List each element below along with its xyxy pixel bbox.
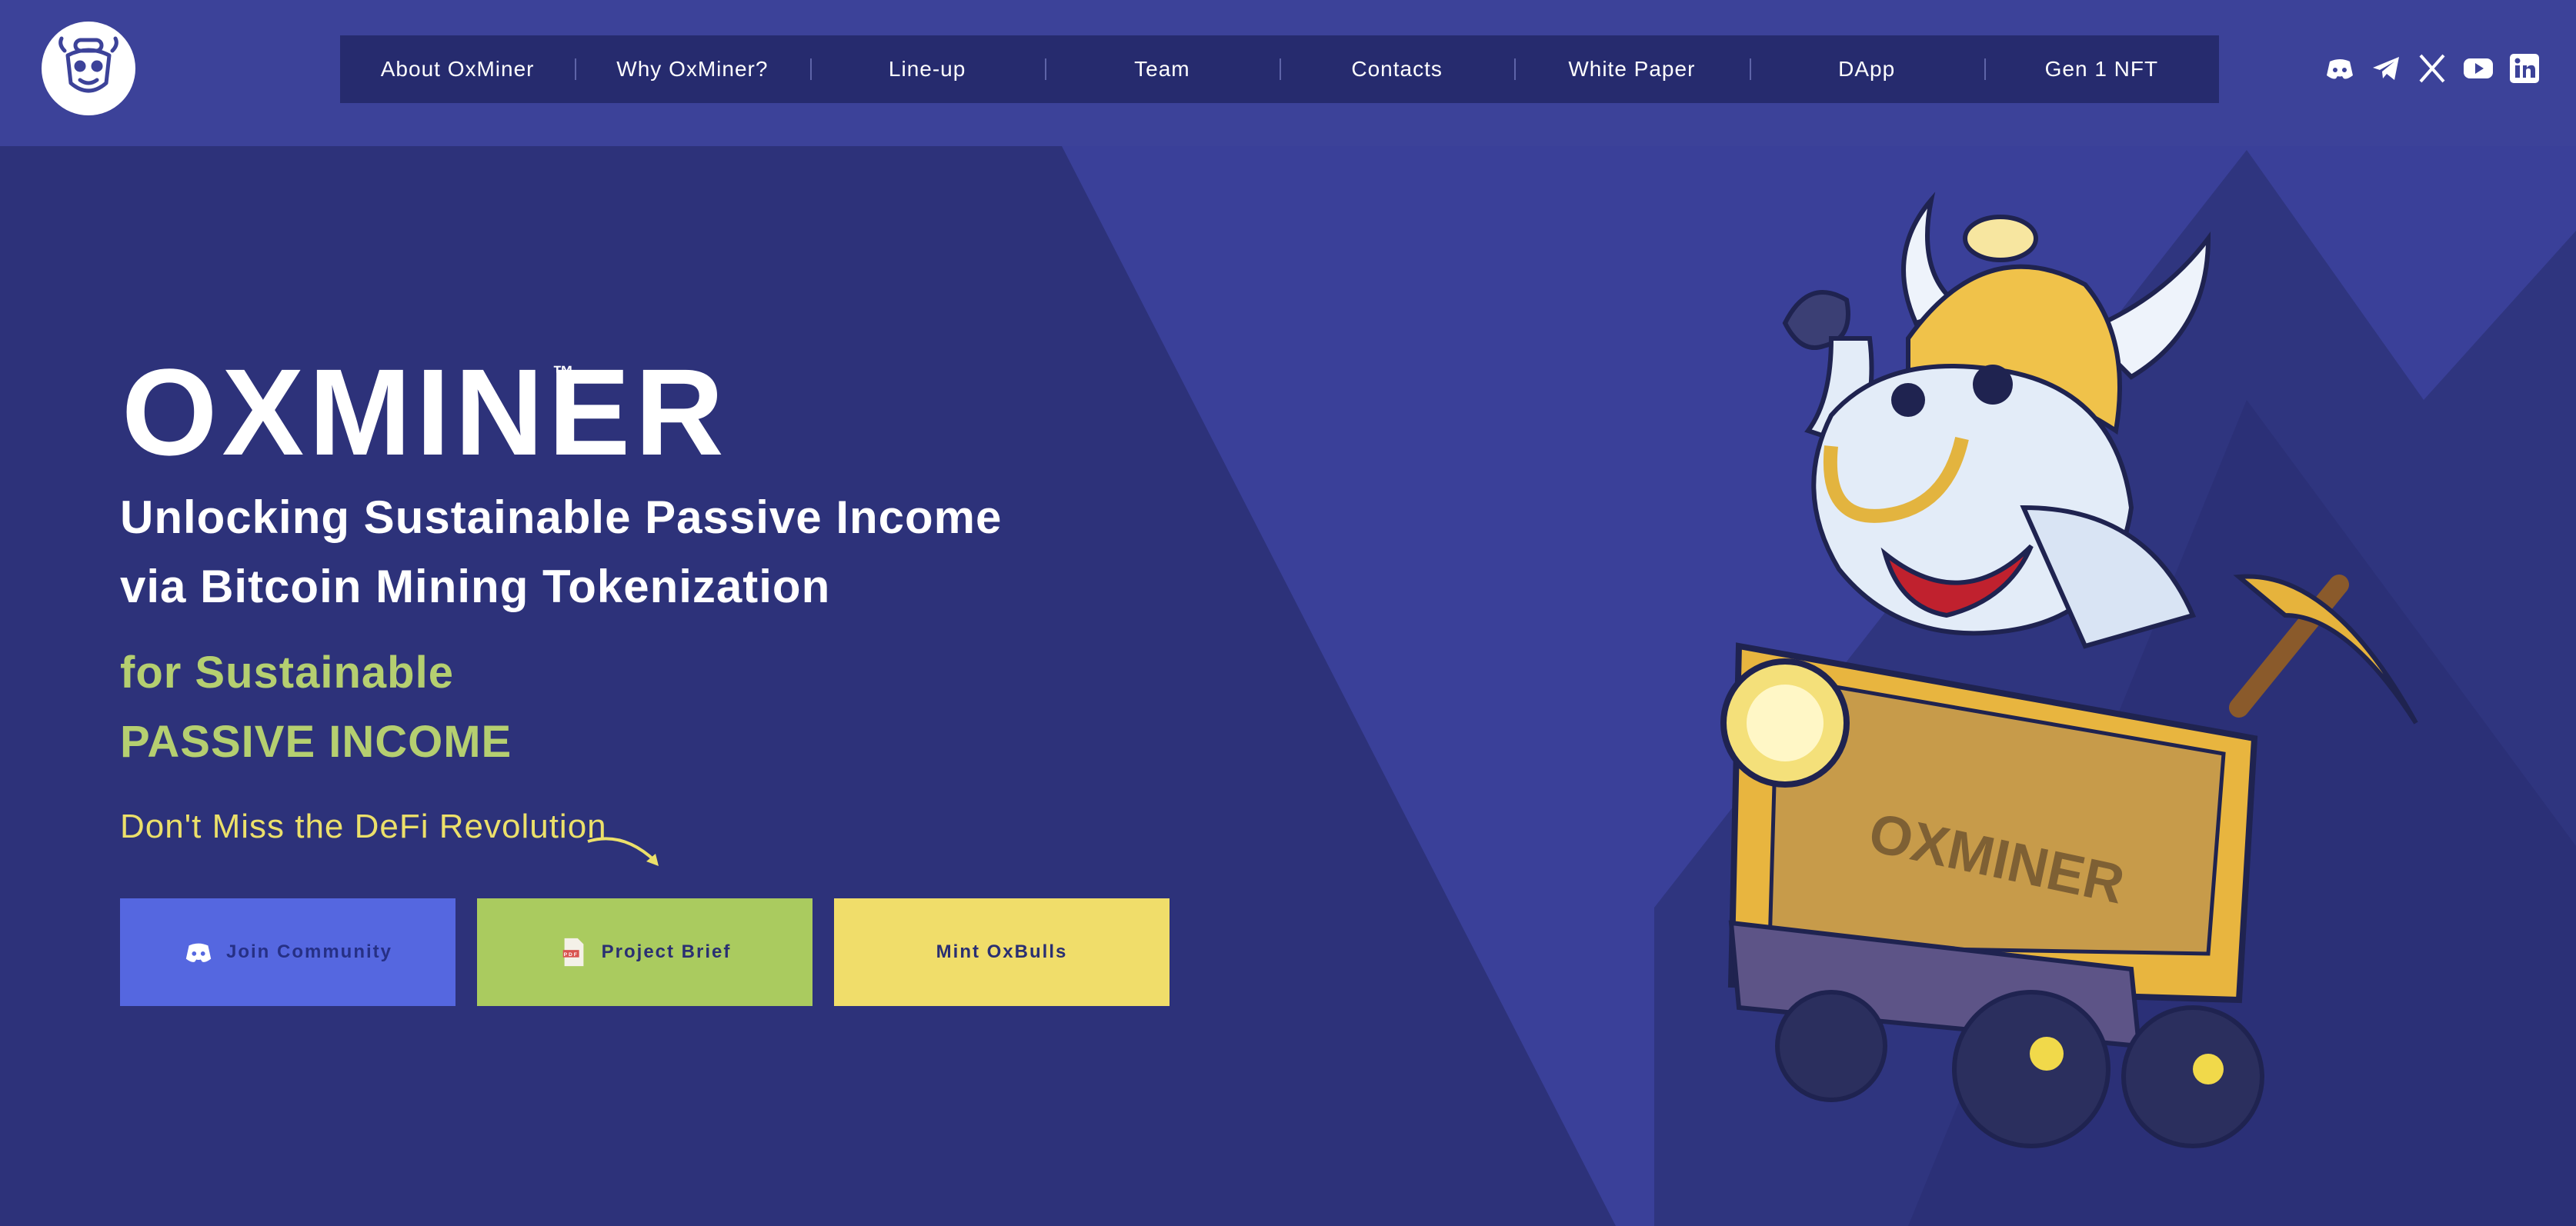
discord-icon <box>185 943 212 962</box>
pdf-file-icon: PDF <box>562 938 584 967</box>
youtube-icon[interactable] <box>2462 52 2494 85</box>
nav-white-paper[interactable]: White Paper <box>1514 35 1749 103</box>
join-community-button[interactable]: Join Community <box>120 898 455 1006</box>
svg-text:PDF: PDF <box>563 952 578 958</box>
project-brief-label: Project Brief <box>601 941 732 962</box>
mint-oxbulls-label: Mint OxBulls <box>936 941 1068 962</box>
ox-bull-logo-icon[interactable] <box>42 22 135 115</box>
nav-lineup[interactable]: Line-up <box>809 35 1045 103</box>
nav-team[interactable]: Team <box>1044 35 1280 103</box>
nav-contacts[interactable]: Contacts <box>1280 35 1514 103</box>
trademark-symbol: ™ <box>552 361 574 385</box>
subheadline-line-2: PASSIVE INCOME <box>120 717 512 767</box>
oxminer-wordmark: OXMINER <box>122 343 729 481</box>
nav-gen1-nft[interactable]: Gen 1 NFT <box>1984 35 2219 103</box>
curved-arrow-icon <box>587 837 659 866</box>
telegram-icon[interactable] <box>2370 52 2402 85</box>
project-brief-button[interactable]: PDF Project Brief <box>477 898 813 1006</box>
headline-line-1: Unlocking Sustainable Passive Income <box>120 491 1003 543</box>
nav-why[interactable]: Why OxMiner? <box>575 35 809 103</box>
join-community-label: Join Community <box>225 941 392 962</box>
subheadline-line-1: for Sustainable <box>120 648 454 698</box>
ox-miner-mascot-illustration: OXMINER <box>1720 192 2418 1148</box>
discord-icon[interactable] <box>2324 52 2356 85</box>
social-links <box>2324 52 2541 85</box>
site-header: About OxMiner Why OxMiner? Line-up Team … <box>0 0 2576 146</box>
nav-dapp[interactable]: DApp <box>1749 35 1984 103</box>
x-icon[interactable] <box>2416 52 2448 85</box>
headline-line-2: via Bitcoin Mining Tokenization <box>120 561 831 612</box>
nav-about[interactable]: About OxMiner <box>340 35 575 103</box>
main-nav: About OxMiner Why OxMiner? Line-up Team … <box>340 35 2219 103</box>
hero-subheadline: for Sustainable PASSIVE INCOME <box>120 638 512 777</box>
hero-headline: Unlocking Sustainable Passive Income via… <box>120 483 1120 621</box>
linkedin-icon[interactable] <box>2508 52 2541 85</box>
hero-tagline: Don't Miss the DeFi Revolution <box>120 808 607 845</box>
mint-oxbulls-button[interactable]: Mint OxBulls <box>834 898 1170 1006</box>
